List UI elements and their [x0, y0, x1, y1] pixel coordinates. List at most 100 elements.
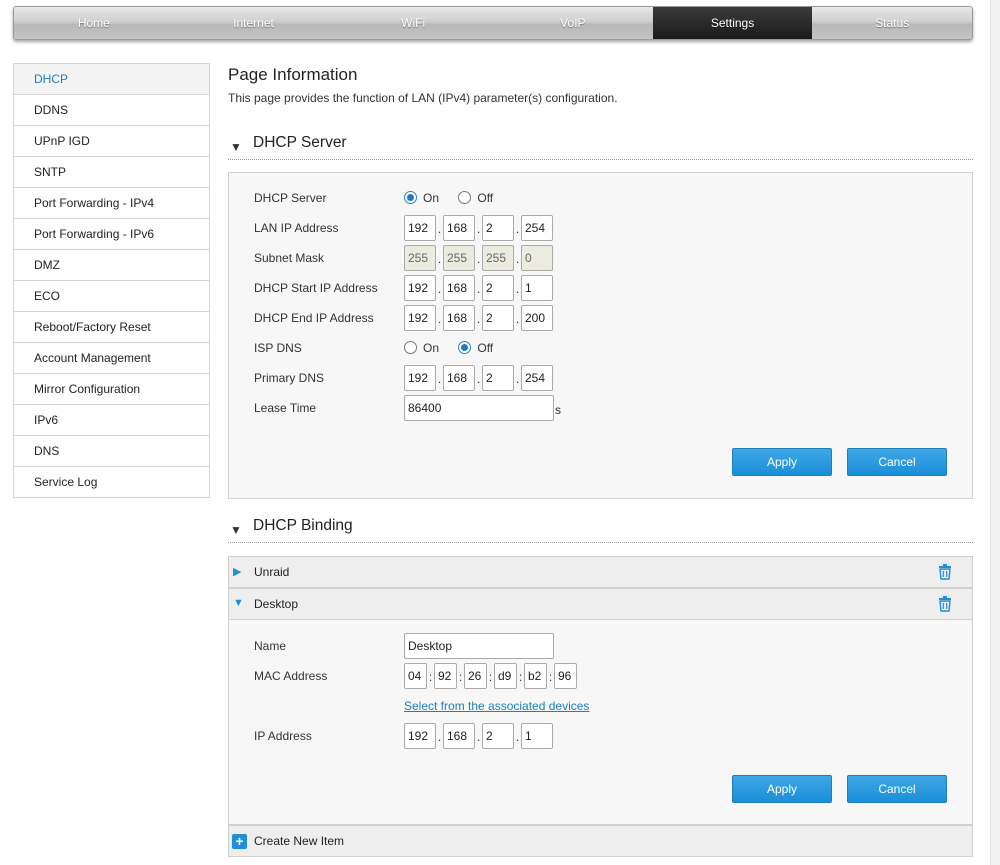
- mac-address-label: MAC Address: [254, 669, 328, 683]
- lan-ip-octet-1[interactable]: 192: [404, 215, 436, 241]
- binding-ip-octet-4[interactable]: 1: [521, 723, 553, 749]
- dhcp-server-panel: DHCP Server On Off LAN IP Address 192. 16…: [228, 172, 973, 499]
- select-associated-devices-link[interactable]: Select from the associated devices: [404, 699, 589, 713]
- sidebar-item-port-forwarding-ipv4[interactable]: Port Forwarding - IPv4: [14, 188, 209, 219]
- dhcp-server-row: DHCP Server On Off: [254, 185, 954, 211]
- mac-octet-2[interactable]: 92: [434, 663, 457, 689]
- collapse-triangle-icon: ▼: [230, 140, 242, 154]
- mac-octet-5[interactable]: b2: [524, 663, 547, 689]
- binding-entry-desktop[interactable]: ▼ Desktop: [228, 588, 973, 620]
- subnet-octet-3: 255: [482, 245, 514, 271]
- binding-ip-label: IP Address: [254, 729, 312, 743]
- binding-ip-octet-2[interactable]: 168: [443, 723, 475, 749]
- create-new-item-row[interactable]: + Create New Item: [228, 825, 973, 857]
- end-ip-row: DHCP End IP Address 192. 168. 2. 200: [254, 305, 954, 331]
- sidebar-item-reboot-factory-reset[interactable]: Reboot/Factory Reset: [14, 312, 209, 343]
- sidebar-item-eco[interactable]: ECO: [14, 281, 209, 312]
- subnet-octet-4: 0: [521, 245, 553, 271]
- isp-dns-row: ISP DNS On Off: [254, 335, 954, 361]
- cancel-button[interactable]: Cancel: [847, 448, 947, 476]
- mac-octet-3[interactable]: 26: [464, 663, 487, 689]
- trash-icon[interactable]: [938, 564, 952, 580]
- sidebar-item-mirror-configuration[interactable]: Mirror Configuration: [14, 374, 209, 405]
- start-ip-octet-4[interactable]: 1: [521, 275, 553, 301]
- section-title: DHCP Server: [253, 134, 347, 151]
- tab-home[interactable]: Home: [14, 7, 174, 39]
- apply-button[interactable]: Apply: [732, 448, 832, 476]
- dhcp-binding-section-header[interactable]: ▼ DHCP Binding: [228, 515, 973, 543]
- lease-time-input[interactable]: 86400: [404, 395, 554, 421]
- binding-entry-name: Desktop: [254, 597, 299, 611]
- lan-ip-octet-4[interactable]: 254: [521, 215, 553, 241]
- sidebar-item-dmz[interactable]: DMZ: [14, 250, 209, 281]
- sidebar-item-port-forwarding-ipv6[interactable]: Port Forwarding - IPv6: [14, 219, 209, 250]
- primary-dns-label: Primary DNS: [254, 371, 325, 385]
- tab-voip[interactable]: VoIP: [493, 7, 653, 39]
- collapse-arrow-icon[interactable]: ▼: [233, 597, 244, 609]
- mac-octet-6[interactable]: 96: [554, 663, 577, 689]
- subnet-label: Subnet Mask: [254, 251, 325, 265]
- sidebar-item-upnp-igd[interactable]: UPnP IGD: [14, 126, 209, 157]
- end-ip-octet-3[interactable]: 2: [482, 305, 514, 331]
- subnet-octet-2: 255: [443, 245, 475, 271]
- primary-dns-octet-2[interactable]: 168: [443, 365, 475, 391]
- tab-settings[interactable]: Settings: [652, 7, 813, 39]
- binding-ip-octet-1[interactable]: 192: [404, 723, 436, 749]
- end-ip-label: DHCP End IP Address: [254, 311, 374, 325]
- lan-ip-label: LAN IP Address: [254, 221, 339, 235]
- isp-dns-label: ISP DNS: [254, 341, 302, 355]
- dhcp-server-section-header[interactable]: ▼ DHCP Server: [228, 132, 973, 160]
- tab-status[interactable]: Status: [812, 7, 972, 39]
- page-title: Page Information: [228, 65, 358, 84]
- primary-dns-octet-1[interactable]: 192: [404, 365, 436, 391]
- primary-dns-octet-3[interactable]: 2: [482, 365, 514, 391]
- sidebar-item-ipv6[interactable]: IPv6: [14, 405, 209, 436]
- end-ip-octet-1[interactable]: 192: [404, 305, 436, 331]
- binding-entry-unraid[interactable]: ▶ Unraid: [228, 556, 973, 588]
- binding-apply-button[interactable]: Apply: [732, 775, 832, 803]
- trash-icon[interactable]: [938, 596, 952, 612]
- radio-label: Off: [477, 341, 494, 355]
- sidebar-item-dns[interactable]: DNS: [14, 436, 209, 467]
- isp-dns-on-radio[interactable]: [404, 341, 417, 354]
- sidebar-item-sntp[interactable]: SNTP: [14, 157, 209, 188]
- lan-ip-row: LAN IP Address 192. 168. 2. 254: [254, 215, 954, 241]
- dhcp-server-off-radio[interactable]: [458, 191, 472, 204]
- sidebar-item-dhcp[interactable]: DHCP: [14, 64, 209, 95]
- binding-cancel-button[interactable]: Cancel: [847, 775, 947, 803]
- start-ip-octet-3[interactable]: 2: [482, 275, 514, 301]
- page-description: This page provides the function of LAN (…: [228, 91, 618, 105]
- lease-unit: s: [555, 403, 561, 417]
- binding-entry-name: Unraid: [254, 565, 290, 579]
- start-ip-octet-2[interactable]: 168: [443, 275, 475, 301]
- radio-label: Off: [477, 191, 494, 205]
- dhcp-server-on-radio[interactable]: [404, 191, 417, 204]
- mac-octet-1[interactable]: 04: [404, 663, 427, 689]
- end-ip-octet-2[interactable]: 168: [443, 305, 475, 331]
- tab-internet[interactable]: Internet: [174, 7, 334, 39]
- main-content: Page Information This page provides the …: [228, 62, 973, 857]
- expand-arrow-icon[interactable]: ▶: [233, 565, 241, 578]
- lease-time-label: Lease Time: [254, 401, 317, 415]
- primary-dns-octet-4[interactable]: 254: [521, 365, 553, 391]
- sidebar-item-service-log[interactable]: Service Log: [14, 467, 209, 498]
- start-ip-row: DHCP Start IP Address 192. 168. 2. 1: [254, 275, 954, 301]
- mac-octet-4[interactable]: d9: [494, 663, 517, 689]
- binding-name-row: Name Desktop: [254, 633, 954, 659]
- sidebar: DHCP DDNS UPnP IGD SNTP Port Forwarding …: [13, 63, 210, 498]
- lan-ip-octet-3[interactable]: 2: [482, 215, 514, 241]
- plus-icon[interactable]: +: [232, 834, 247, 849]
- binding-name-input[interactable]: Desktop: [404, 633, 554, 659]
- subnet-row: Subnet Mask 255. 255. 255. 0: [254, 245, 954, 271]
- lan-ip-octet-2[interactable]: 168: [443, 215, 475, 241]
- sidebar-item-ddns[interactable]: DDNS: [14, 95, 209, 126]
- sidebar-item-account-management[interactable]: Account Management: [14, 343, 209, 374]
- tab-wifi[interactable]: WiFi: [333, 7, 493, 39]
- end-ip-octet-4[interactable]: 200: [521, 305, 553, 331]
- binding-ip-octet-3[interactable]: 2: [482, 723, 514, 749]
- page-scrollbar[interactable]: [990, 0, 1000, 865]
- isp-dns-off-radio[interactable]: [458, 341, 472, 354]
- dhcp-server-label: DHCP Server: [254, 191, 327, 205]
- start-ip-octet-1[interactable]: 192: [404, 275, 436, 301]
- collapse-triangle-icon: ▼: [230, 523, 242, 537]
